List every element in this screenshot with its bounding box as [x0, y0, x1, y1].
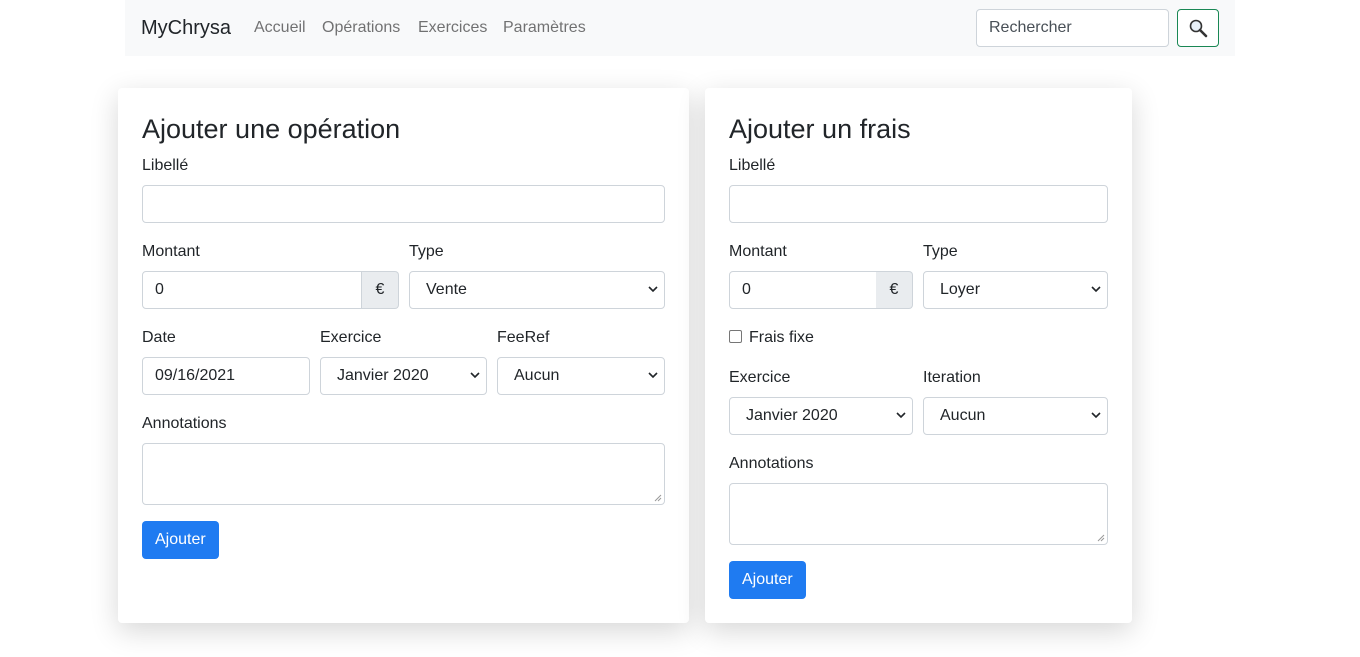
type-select[interactable]: Vente — [409, 271, 665, 309]
frais-exercice-label: Exercice — [729, 369, 791, 386]
frais-currency-addon: € — [876, 271, 913, 309]
frais-card-title: Ajouter un frais — [729, 114, 911, 144]
frais-type-label: Type — [923, 243, 958, 260]
frais-annotations-textarea[interactable] — [729, 483, 1108, 545]
feeref-select[interactable]: Aucun — [497, 357, 665, 395]
resize-grip-icon[interactable] — [1097, 534, 1105, 542]
type-label: Type — [409, 243, 444, 260]
nav-link-exercices[interactable]: Exercices — [418, 18, 487, 38]
frais-type-select-value: Loyer — [940, 281, 981, 298]
nav-link-parametres[interactable]: Paramètres — [503, 18, 586, 38]
libelle-input[interactable] — [142, 185, 665, 223]
operation-card-title: Ajouter une opération — [142, 114, 401, 144]
frais-montant-label: Montant — [729, 243, 787, 260]
frais-montant-input[interactable]: 0 — [729, 271, 877, 309]
annotations-textarea[interactable] — [142, 443, 665, 505]
frais-fixe-checkbox[interactable] — [729, 330, 742, 343]
nav-link-accueil[interactable]: Accueil — [254, 18, 306, 38]
exercice-select[interactable]: Janvier 2020 — [320, 357, 487, 395]
brand-logo[interactable]: MyChrysa — [141, 15, 231, 41]
date-input[interactable]: 09/16/2021 — [142, 357, 310, 395]
annotations-label: Annotations — [142, 415, 227, 432]
feeref-label: FeeRef — [497, 329, 550, 346]
navbar: MyChrysa Accueil Opérations Exercices Pa… — [125, 0, 1235, 56]
add-operation-button[interactable]: Ajouter — [142, 521, 219, 559]
chevron-down-icon — [1091, 412, 1101, 419]
currency-addon: € — [362, 271, 399, 309]
chevron-down-icon — [648, 286, 658, 293]
frais-exercice-select-value: Janvier 2020 — [746, 407, 838, 424]
type-select-value: Vente — [426, 281, 467, 298]
search-icon — [1189, 19, 1208, 38]
libelle-label: Libellé — [142, 157, 189, 174]
montant-label: Montant — [142, 243, 200, 260]
iteration-select[interactable]: Aucun — [923, 397, 1108, 435]
operation-card: Ajouter une opération Libellé Montant 0 … — [118, 88, 689, 623]
date-label: Date — [142, 329, 176, 346]
frais-card: Ajouter un frais Libellé Montant 0 € Typ… — [705, 88, 1132, 623]
search-button[interactable] — [1177, 9, 1219, 47]
chevron-down-icon — [1091, 286, 1101, 293]
exercice-select-value: Janvier 2020 — [337, 367, 429, 384]
search-input[interactable] — [976, 9, 1169, 47]
frais-annotations-label: Annotations — [729, 455, 814, 472]
iteration-select-value: Aucun — [940, 407, 986, 424]
exercice-label: Exercice — [320, 329, 382, 346]
chevron-down-icon — [896, 412, 906, 419]
montant-input[interactable]: 0 — [142, 271, 362, 309]
frais-exercice-select[interactable]: Janvier 2020 — [729, 397, 913, 435]
chevron-down-icon — [470, 372, 480, 379]
frais-fixe-label[interactable]: Frais fixe — [749, 328, 814, 348]
add-frais-button[interactable]: Ajouter — [729, 561, 806, 599]
chevron-down-icon — [648, 372, 658, 379]
frais-type-select[interactable]: Loyer — [923, 271, 1108, 309]
frais-libelle-label: Libellé — [729, 157, 776, 174]
feeref-select-value: Aucun — [514, 367, 560, 384]
nav-link-operations[interactable]: Opérations — [322, 18, 400, 38]
iteration-label: Iteration — [923, 369, 981, 386]
resize-grip-icon[interactable] — [654, 494, 662, 502]
frais-libelle-input[interactable] — [729, 185, 1108, 223]
